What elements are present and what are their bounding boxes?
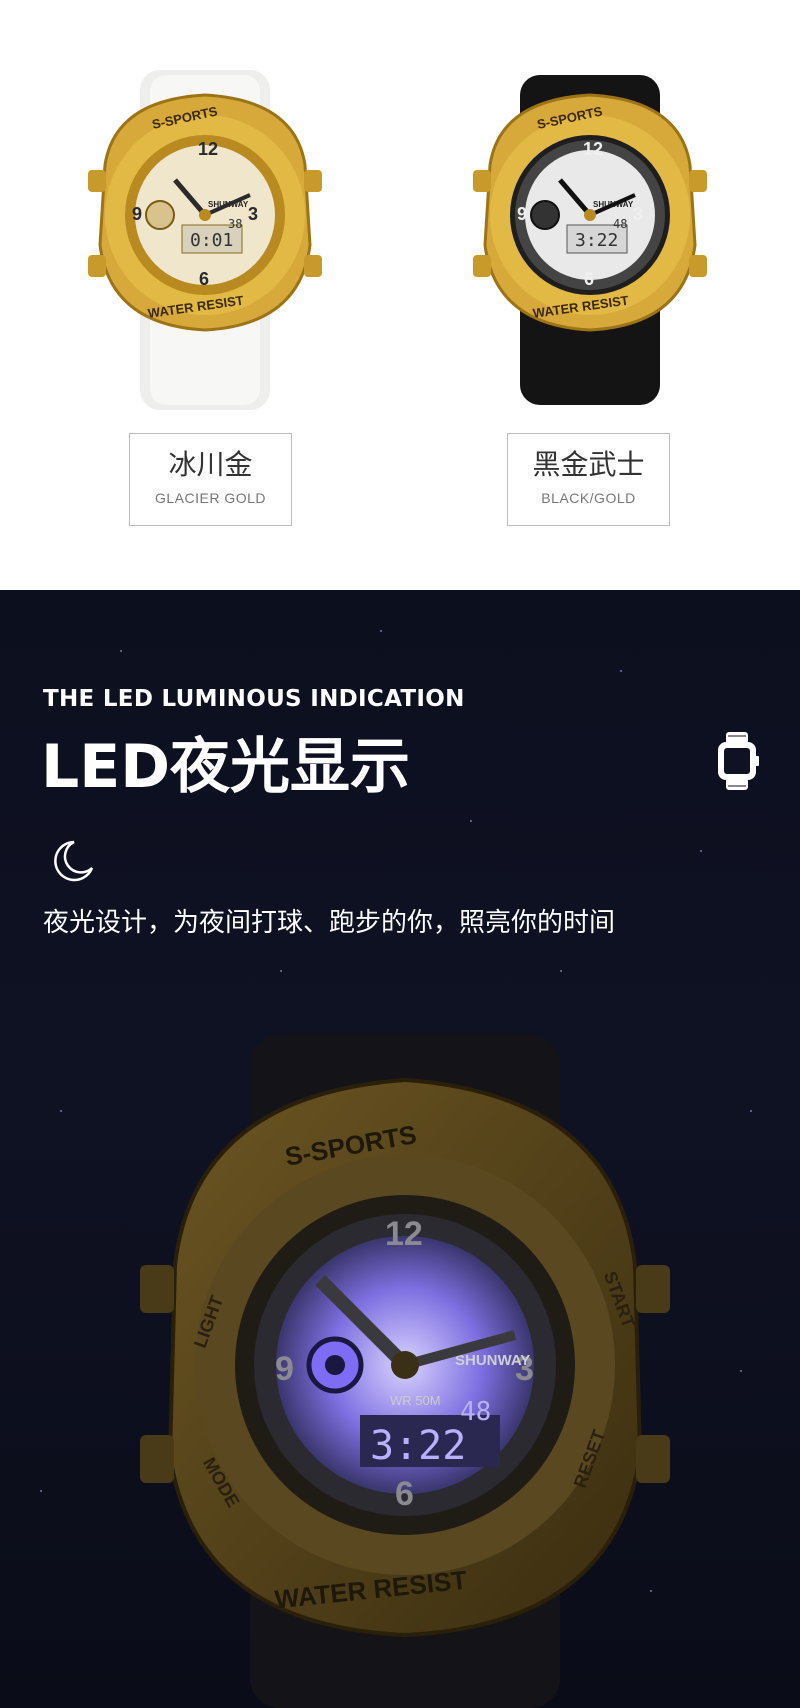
- svg-text:0:01: 0:01: [190, 230, 233, 251]
- svg-text:6: 6: [584, 269, 594, 289]
- variants-section: 0:01 38 12 3 9 6 SHUNWAY S-SPORTS WATER …: [0, 0, 800, 590]
- svg-text:9: 9: [517, 204, 527, 224]
- svg-text:12: 12: [583, 139, 603, 159]
- variant-name-en: GLACIER GOLD: [154, 490, 267, 506]
- svg-text:3: 3: [633, 204, 643, 224]
- variant-name-en: BLACK/GOLD: [541, 490, 636, 506]
- crescent-moon-icon: [50, 838, 96, 888]
- svg-text:48: 48: [460, 1397, 491, 1427]
- led-feature-section: THE LED LUMINOUS INDICATION LED夜光显示 夜光设计…: [0, 590, 800, 1708]
- svg-text:3: 3: [248, 204, 258, 224]
- watch-photo-luminous: 12 3 9 6 3:22 48 SHUNWAY WR 50M S-SPORTS…: [135, 1035, 675, 1708]
- svg-text:48: 48: [613, 217, 627, 231]
- variant-name-cn: 黑金武士: [532, 448, 645, 481]
- svg-text:12: 12: [385, 1215, 423, 1253]
- feature-title-cn: LED夜光显示: [41, 732, 411, 802]
- svg-text:6: 6: [395, 1475, 414, 1513]
- svg-text:WR 50M: WR 50M: [390, 1393, 441, 1408]
- svg-text:38: 38: [228, 217, 242, 231]
- svg-text:3:22: 3:22: [370, 1423, 466, 1469]
- svg-text:9: 9: [275, 1350, 294, 1388]
- watch-photo-black-gold: 3:22 48 12 3 9 6 SHUNWAY S-SPORTS WATER …: [455, 70, 725, 410]
- watch-icon: [715, 730, 759, 796]
- svg-text:6: 6: [199, 269, 209, 289]
- svg-text:3:22: 3:22: [575, 230, 618, 251]
- watch-photo-glacier-gold: 0:01 38 12 3 9 6 SHUNWAY S-SPORTS WATER …: [70, 70, 340, 410]
- svg-text:12: 12: [198, 139, 218, 159]
- feature-description: 夜光设计，为夜间打球、跑步的你，照亮你的时间: [43, 908, 616, 938]
- variant-label-glacier-gold[interactable]: 冰川金 GLACIER GOLD: [129, 433, 292, 526]
- svg-text:9: 9: [132, 204, 142, 224]
- svg-text:SHUNWAY: SHUNWAY: [455, 1352, 530, 1369]
- variant-label-black-gold[interactable]: 黑金武士 BLACK/GOLD: [507, 433, 670, 526]
- variant-name-cn: 冰川金: [168, 448, 253, 481]
- feature-title-en: THE LED LUMINOUS INDICATION: [43, 686, 465, 712]
